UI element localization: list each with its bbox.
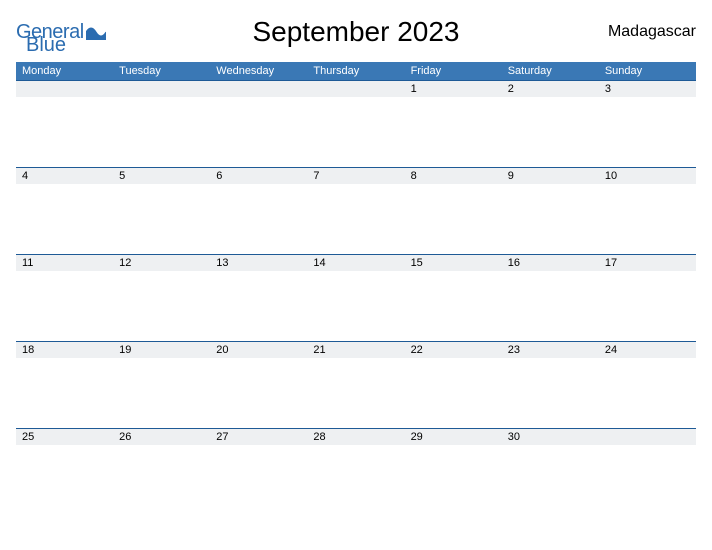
date-cell: 13 [210,255,307,271]
week-body [16,271,696,341]
date-cell: 17 [599,255,696,271]
date-cell: 12 [113,255,210,271]
week-dates: 4 5 6 7 8 9 10 [16,167,696,184]
header: General September 2023 Madagascar [16,10,696,62]
week-body [16,97,696,167]
date-cell [599,429,696,445]
date-cell: 11 [16,255,113,271]
week-body [16,184,696,254]
date-cell: 3 [599,81,696,97]
date-cell: 30 [502,429,599,445]
week-dates: 25 26 27 28 29 30 [16,428,696,445]
date-cell: 9 [502,168,599,184]
week-body [16,358,696,428]
date-cell: 1 [405,81,502,97]
day-header: Saturday [502,62,599,80]
date-cell: 15 [405,255,502,271]
date-cell: 14 [307,255,404,271]
country-label: Madagascar [586,23,696,41]
date-cell: 4 [16,168,113,184]
date-cell: 25 [16,429,113,445]
date-cell: 8 [405,168,502,184]
day-header: Sunday [599,62,696,80]
date-cell: 24 [599,342,696,358]
date-cell: 21 [307,342,404,358]
date-cell [16,81,113,97]
day-header: Monday [16,62,113,80]
date-cell: 7 [307,168,404,184]
date-cell: 29 [405,429,502,445]
day-header: Friday [405,62,502,80]
date-cell: 2 [502,81,599,97]
date-cell: 22 [405,342,502,358]
date-cell: 5 [113,168,210,184]
calendar-title: September 2023 [126,16,586,48]
week-dates: 18 19 20 21 22 23 24 [16,341,696,358]
week-dates: 11 12 13 14 15 16 17 [16,254,696,271]
date-cell: 19 [113,342,210,358]
week-dates: 1 2 3 [16,80,696,97]
date-cell: 20 [210,342,307,358]
logo-text-blue: Blue [26,34,66,57]
day-header-row: Monday Tuesday Wednesday Thursday Friday… [16,62,696,80]
day-header: Wednesday [210,62,307,80]
date-cell [307,81,404,97]
date-cell: 26 [113,429,210,445]
day-header: Tuesday [113,62,210,80]
date-cell: 27 [210,429,307,445]
date-cell: 10 [599,168,696,184]
date-cell: 6 [210,168,307,184]
calendar: Monday Tuesday Wednesday Thursday Friday… [16,62,696,515]
date-cell: 18 [16,342,113,358]
date-cell [210,81,307,97]
date-cell: 23 [502,342,599,358]
logo-wave-icon [86,24,106,40]
date-cell [113,81,210,97]
week-body [16,445,696,515]
date-cell: 28 [307,429,404,445]
date-cell: 16 [502,255,599,271]
day-header: Thursday [307,62,404,80]
